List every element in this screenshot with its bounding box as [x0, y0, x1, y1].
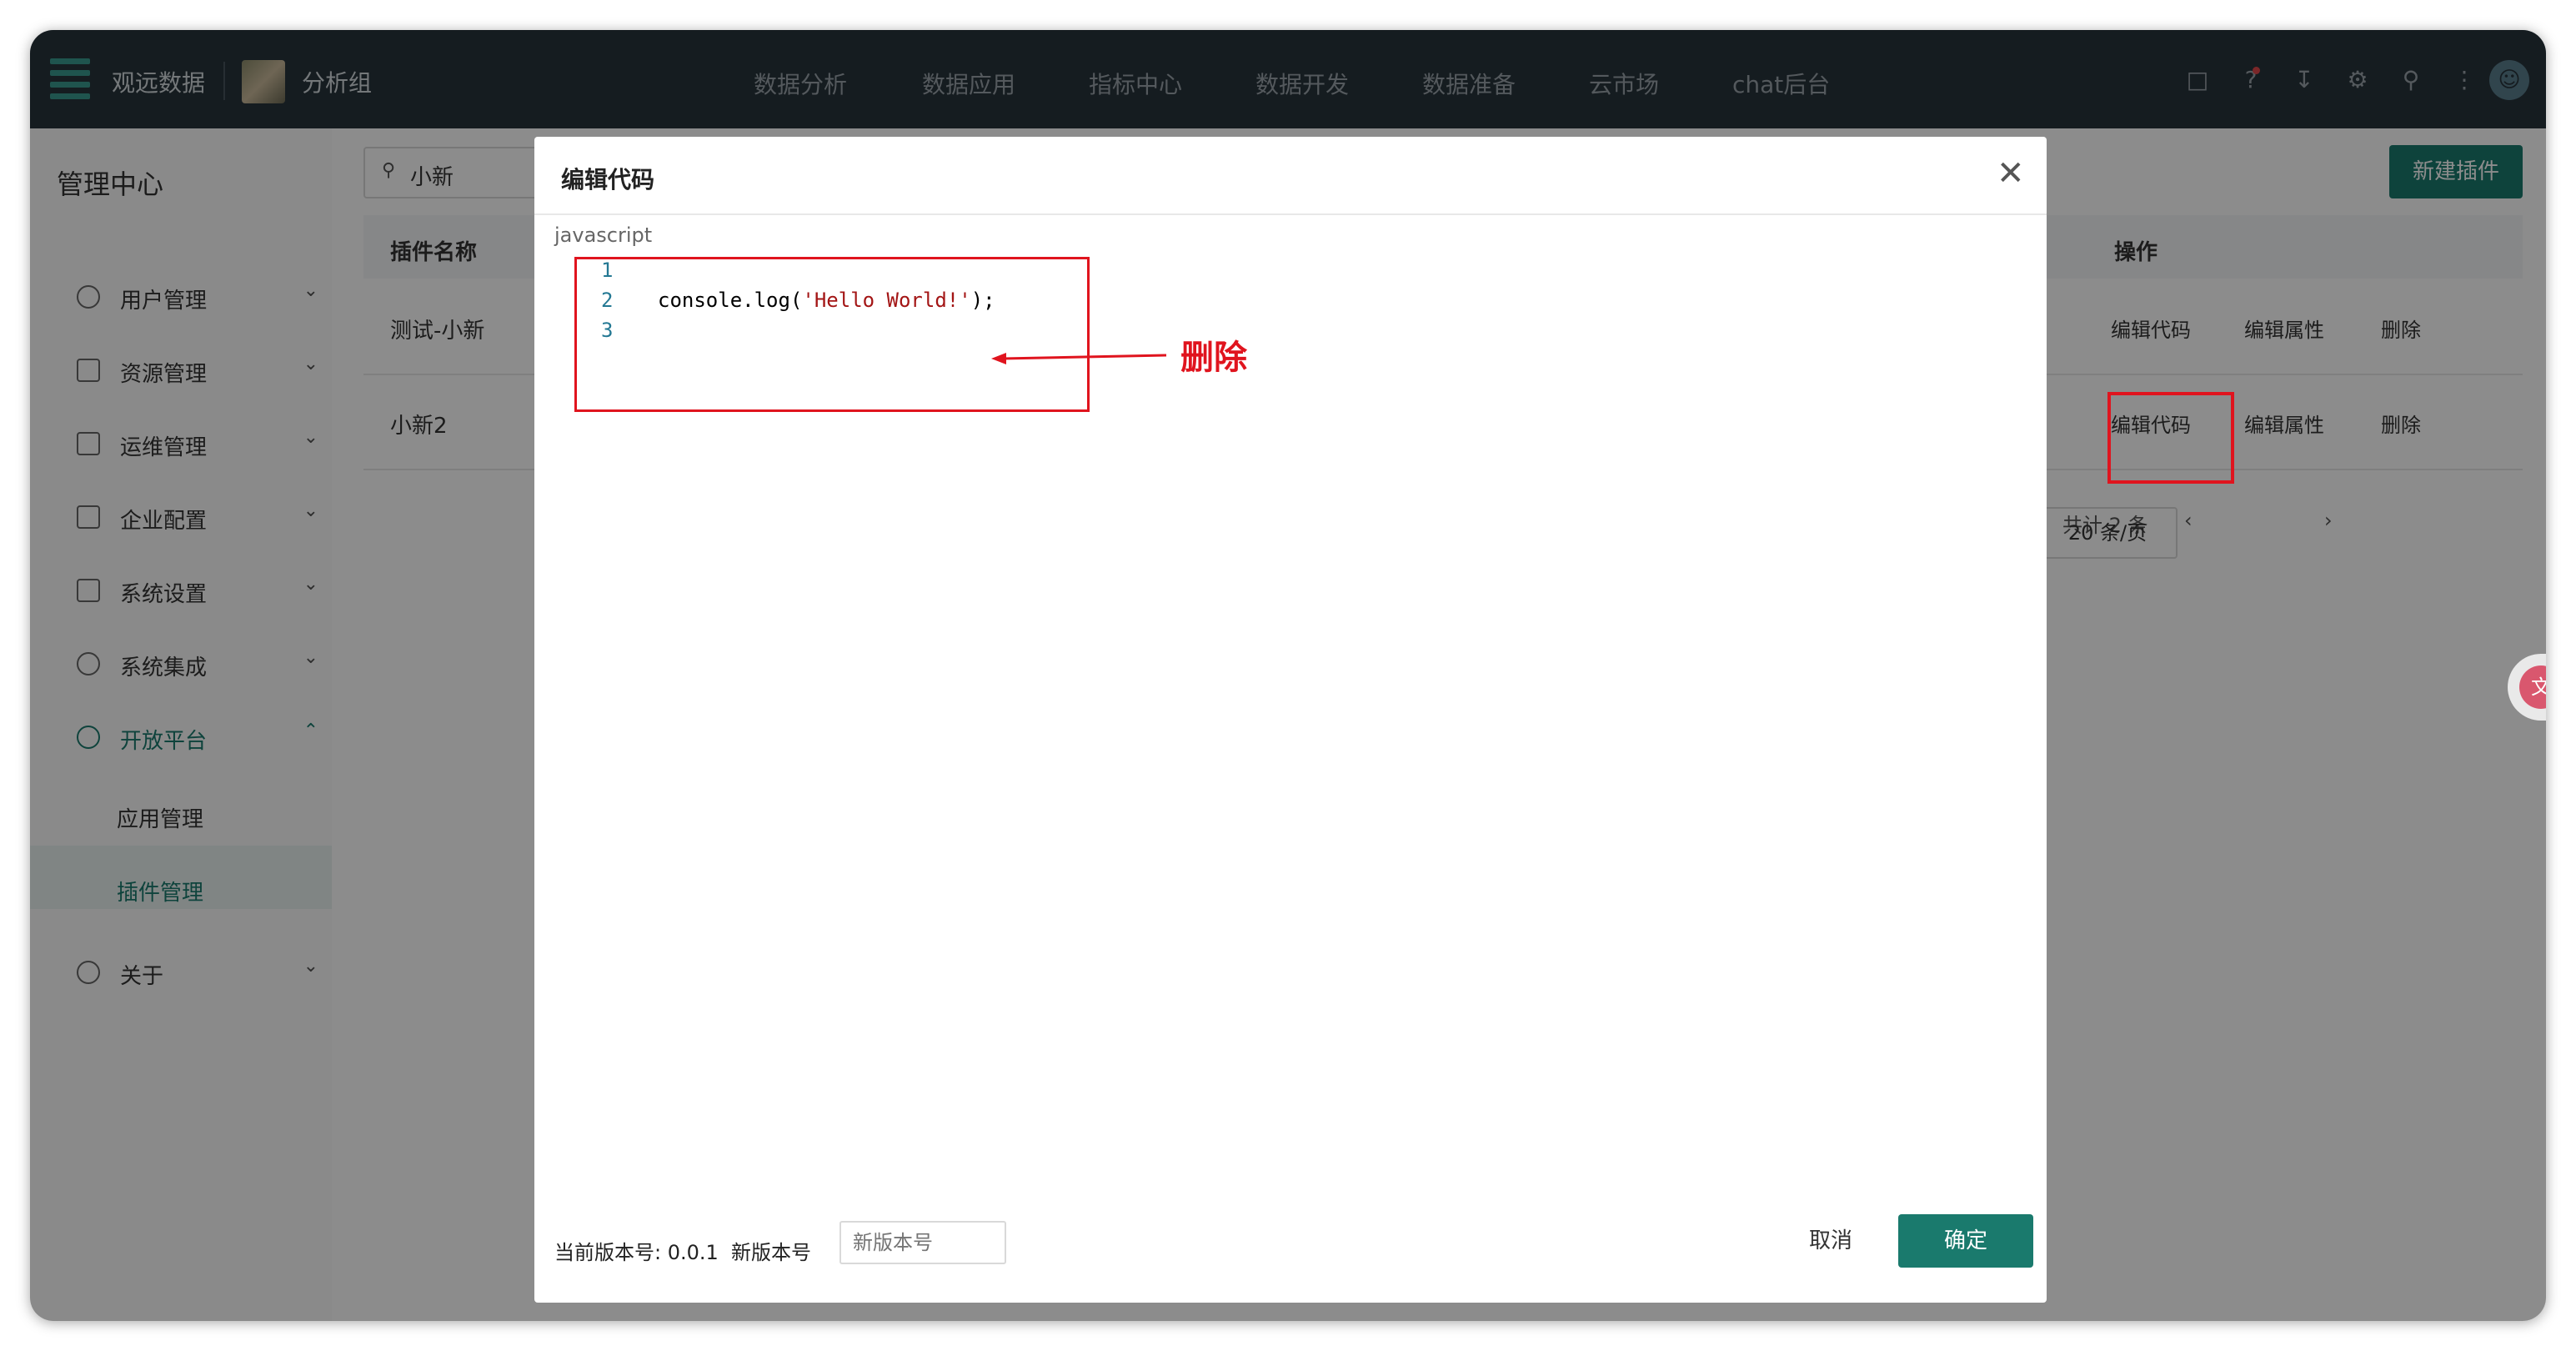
- annotation-text: 删除: [1180, 339, 1247, 377]
- translate-icon: 文: [2519, 665, 2546, 709]
- app-window: 观远数据 分析组 数据分析 数据应用 指标中心 数据开发 数据准备 云市场 ch…: [30, 30, 2546, 1321]
- current-version-label: 当前版本号: 0.0.1: [554, 1241, 719, 1264]
- new-version-label: 新版本号: [731, 1241, 811, 1264]
- confirm-button[interactable]: 确定: [1898, 1214, 2033, 1268]
- cancel-button[interactable]: 取消: [1785, 1214, 1877, 1268]
- new-version-input[interactable]: [839, 1221, 1006, 1264]
- annotation-highlight-box: [2107, 392, 2234, 484]
- close-icon[interactable]: ✕: [1997, 155, 2025, 192]
- edit-code-modal: 编辑代码 ✕ javascript 1 2 3 console.log('Hel…: [534, 137, 2047, 1303]
- annotation-arrow: [991, 353, 1167, 364]
